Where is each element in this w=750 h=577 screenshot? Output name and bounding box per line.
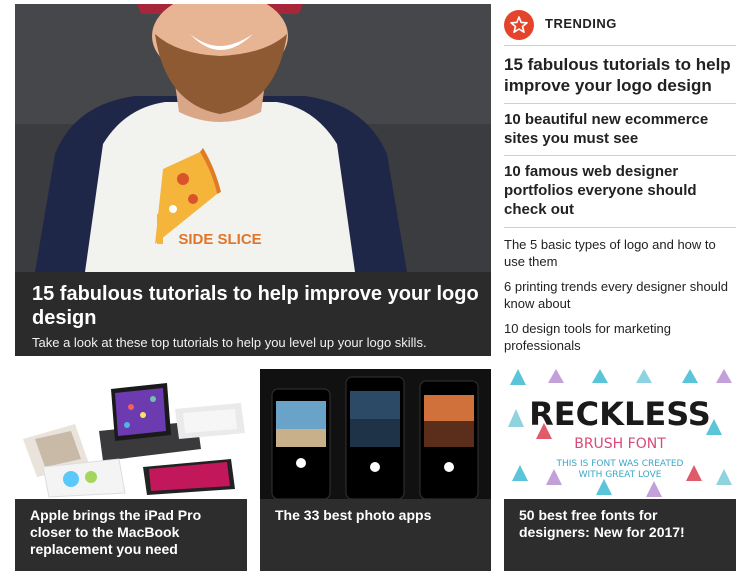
trending-item[interactable]: 15 fabulous tutorials to help improve yo…: [504, 45, 736, 103]
hero-article[interactable]: SIDE SLICE 15 fabulous tutorials to help…: [15, 4, 491, 356]
hero-image-label: SIDE SLICE: [178, 231, 261, 248]
ipad-image[interactable]: [15, 369, 247, 499]
trending-item[interactable]: The 5 basic types of logo and how to use…: [504, 236, 736, 278]
trending-heading: TRENDING: [545, 16, 617, 31]
brush-font-text: BRUSH FONT: [574, 436, 666, 452]
trending-divider: [504, 227, 736, 228]
article-card-free-fonts[interactable]: RECKLESS BRUSH FONT THIS IS FONT WAS CRE…: [504, 369, 736, 571]
trending-item[interactable]: 10 design tools for marketing profession…: [504, 320, 736, 362]
font-tagline-line1: THIS IS FONT WAS CREATED: [555, 459, 683, 469]
trending-list: 15 fabulous tutorials to help improve yo…: [504, 45, 736, 362]
trending-item[interactable]: 6 printing trends every designer should …: [504, 278, 736, 320]
card-title[interactable]: Apple brings the iPad Pro closer to the …: [30, 507, 235, 558]
star-icon: [510, 16, 528, 33]
photo-apps-image[interactable]: [260, 369, 491, 499]
reckless-font-image[interactable]: RECKLESS BRUSH FONT THIS IS FONT WAS CRE…: [504, 369, 736, 499]
trending-badge: [504, 10, 534, 40]
article-card-photo-apps[interactable]: The 33 best photo apps: [260, 369, 491, 571]
trending-item[interactable]: 10 famous web designer portfolios everyo…: [504, 155, 736, 227]
article-card-ipad[interactable]: Apple brings the iPad Pro closer to the …: [15, 369, 247, 571]
reckless-text: RECKLESS: [529, 395, 711, 433]
card-title[interactable]: The 33 best photo apps: [275, 507, 479, 524]
trending-item[interactable]: 10 beautiful new ecommerce sites you mus…: [504, 103, 736, 155]
hero-description: Take a look at these top tutorials to he…: [32, 335, 427, 350]
font-tagline-line2: WITH GREAT LOVE: [579, 470, 662, 480]
card-title[interactable]: 50 best free fonts for designers: New fo…: [519, 507, 724, 541]
hero-image[interactable]: SIDE SLICE: [15, 4, 491, 272]
hero-title[interactable]: 15 fabulous tutorials to help improve yo…: [32, 282, 482, 330]
